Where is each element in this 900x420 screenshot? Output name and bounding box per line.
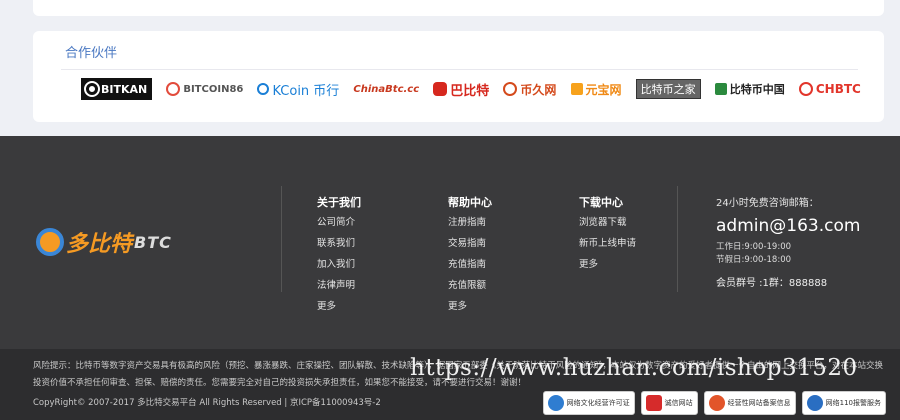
footer-link-deposit-limit[interactable]: 充值限额 xyxy=(448,279,492,300)
badge-trusted-site[interactable]: 诚信网站 xyxy=(640,391,698,415)
chbtc-logo-icon xyxy=(798,82,813,96)
footer-link-new-coin-apply[interactable]: 新币上线申请 xyxy=(579,237,636,258)
partner-logo-8btc[interactable]: 巴比特 xyxy=(433,77,489,101)
culture-license-icon xyxy=(547,395,564,411)
chinabtc-logo-icon: ChinaBtc.cc xyxy=(353,83,420,95)
watermark-text: https://www.huzhan.com/ishop31520 xyxy=(410,355,858,381)
footer-col-download: 下载中心 浏览器下载 新币上线申请 更多 xyxy=(579,194,636,279)
brand-logo-icon xyxy=(36,228,64,256)
partner-logos: BITKAN BITCOIN86 KCoin 币行 ChinaBtc.cc 巴比… xyxy=(81,75,861,103)
footer-col-help: 帮助中心 注册指南 交易指南 充值指南 充值限额 更多 xyxy=(448,194,492,321)
contact-label: 24小时免费咨询邮箱： xyxy=(716,198,819,209)
footer-link-register-guide[interactable]: 注册指南 xyxy=(448,216,492,237)
footer-col-about: 关于我们 公司简介 联系我们 加入我们 法律声明 更多 xyxy=(317,194,361,321)
copyright-text: CopyRight© 2007-2017 多比特交易平台 All Rights … xyxy=(33,398,381,408)
partner-logo-chinabtc[interactable]: ChinaBtc.cc xyxy=(353,77,419,101)
top-content-card xyxy=(33,0,884,16)
partners-title: 合作伙伴 xyxy=(65,46,118,61)
footer-link-more[interactable]: 更多 xyxy=(448,300,492,321)
footer-col-title: 关于我们 xyxy=(317,196,361,209)
8btc-logo-icon xyxy=(433,82,448,96)
partner-logo-bitcoin86[interactable]: BITCOIN86 xyxy=(166,77,243,101)
footer-link-join-us[interactable]: 加入我们 xyxy=(317,258,361,279)
footer-contact: 24小时免费咨询邮箱： admin@163.com 工作日:9:00-19:00… xyxy=(716,194,860,289)
footer-link-deposit-guide[interactable]: 充值指南 xyxy=(448,258,492,279)
badge-culture-license[interactable]: 网络文化经营许可证 xyxy=(542,391,635,415)
footer-link-legal[interactable]: 法律声明 xyxy=(317,279,361,300)
contact-member-group: 会员群号 :1群：888888 xyxy=(716,278,828,289)
footer-link-more[interactable]: 更多 xyxy=(317,300,361,321)
badge-site-filing[interactable]: 经营性网站备案信息 xyxy=(703,391,796,415)
contact-holiday-hours: 节假日:9:00-18:00 xyxy=(716,255,792,265)
partners-section: 合作伙伴 BITKAN BITCOIN86 KCoin 币行 ChinaBtc.… xyxy=(33,31,884,122)
partner-logo-btcchina[interactable]: 比特币中国 xyxy=(714,77,785,101)
footer-col-title: 下载中心 xyxy=(579,196,623,209)
footer-brand-logo[interactable]: 多比特 BTC xyxy=(36,226,172,258)
footer-link-contact-us[interactable]: 联系我们 xyxy=(317,237,361,258)
partner-logo-btczj[interactable]: 比特币之家 xyxy=(635,79,701,99)
okcoin-logo-icon xyxy=(257,83,270,95)
footer-link-company-intro[interactable]: 公司简介 xyxy=(317,216,361,237)
brand-suffix: BTC xyxy=(134,232,172,252)
bitcoin86-logo-icon xyxy=(166,82,181,96)
bitkan-logo-icon xyxy=(84,81,100,97)
site-filing-shield-icon xyxy=(708,395,725,411)
btczj-logo-icon: 比特币之家 xyxy=(640,83,696,96)
btcdo-logo-icon xyxy=(503,82,518,96)
badge-police-110[interactable]: 网络110报警服务 xyxy=(801,391,886,415)
yuanbao-logo-icon xyxy=(570,83,583,95)
brand-name: 多比特 xyxy=(66,232,133,257)
btcchina-logo-icon xyxy=(714,83,727,95)
site-footer: 多比特 BTC 关于我们 公司简介 联系我们 加入我们 法律声明 更多 帮助中心… xyxy=(0,136,900,349)
trusted-site-icon xyxy=(645,395,662,411)
police-shield-icon xyxy=(806,395,823,411)
partner-logo-bitkan[interactable]: BITKAN xyxy=(81,78,153,100)
footer-divider-left xyxy=(281,186,282,292)
partner-logo-btcdo[interactable]: 币久网 xyxy=(503,77,556,101)
contact-email[interactable]: admin@163.com xyxy=(716,216,860,240)
footer-divider-right xyxy=(677,186,678,292)
footer-link-more[interactable]: 更多 xyxy=(579,258,636,279)
footer-bottom-bar: 风险提示：比特币等数字资产交易具有极高的风险（预挖、暴涨暴跌、庄家操控、团队解散… xyxy=(0,349,900,420)
footer-col-title: 帮助中心 xyxy=(448,196,492,209)
partner-logo-yuanbao[interactable]: 元宝网 xyxy=(570,77,622,101)
footer-link-trade-guide[interactable]: 交易指南 xyxy=(448,237,492,258)
partner-logo-okcoin[interactable]: KCoin 币行 xyxy=(257,77,339,101)
contact-workday-hours: 工作日:9:00-19:00 xyxy=(716,242,792,252)
partner-logo-chbtc[interactable]: CHBTC xyxy=(798,77,861,101)
partners-divider xyxy=(61,69,858,70)
certification-badges: 网络文化经营许可证 诚信网站 经营性网站备案信息 网络110报警服务 xyxy=(542,391,886,415)
footer-link-browser-download[interactable]: 浏览器下载 xyxy=(579,216,636,237)
